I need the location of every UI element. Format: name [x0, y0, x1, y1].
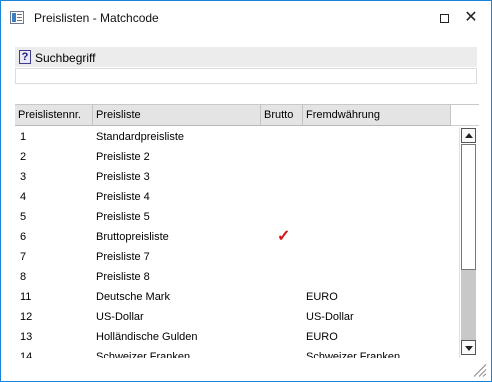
close-button[interactable]: ✕ — [458, 7, 484, 29]
cell-preisliste: Preisliste 3 — [96, 171, 150, 183]
cell-fremdwaehrung: Schweizer Franken — [306, 351, 401, 358]
maximize-icon — [439, 13, 449, 23]
table-row[interactable]: 11 Deutsche Mark EURO — [15, 287, 459, 307]
cell-brutto — [277, 287, 297, 307]
cell-brutto — [277, 147, 297, 167]
cell-nr: 3 — [20, 171, 27, 183]
scrollbar-thumb[interactable] — [461, 144, 476, 270]
cell-nr: 2 — [20, 151, 27, 163]
app-window-icon — [10, 11, 24, 24]
table-row[interactable]: 2 Preisliste 2 — [15, 147, 459, 167]
cell-brutto — [277, 167, 297, 187]
column-header-preisliste[interactable]: Preisliste — [93, 105, 261, 125]
maximize-button[interactable] — [431, 7, 457, 29]
window-title: Preislisten - Matchcode — [34, 11, 159, 25]
cell-preisliste: Preisliste 8 — [96, 271, 150, 283]
search-input[interactable] — [15, 68, 477, 84]
cell-brutto — [277, 127, 297, 147]
cell-preisliste: Deutsche Mark — [96, 291, 170, 303]
table-row[interactable]: 3 Preisliste 3 — [15, 167, 459, 187]
table-row[interactable]: 4 Preisliste 4 — [15, 187, 459, 207]
cell-preisliste: Preisliste 5 — [96, 211, 150, 223]
cell-preisliste: Preisliste 4 — [96, 191, 150, 203]
cell-nr: 6 — [20, 231, 27, 243]
cell-preisliste: Preisliste 2 — [96, 151, 150, 163]
table-row[interactable]: 12 US-Dollar US-Dollar — [15, 307, 459, 327]
cell-nr: 14 — [20, 351, 33, 358]
cell-brutto: ✓ — [277, 227, 297, 247]
header-filler — [451, 105, 479, 126]
price-list-table: Preislistennr. Preisliste Brutto Fremdwä… — [15, 104, 479, 358]
table-row[interactable]: 7 Preisliste 7 — [15, 247, 459, 267]
cell-nr: 8 — [20, 271, 27, 283]
cell-brutto — [277, 207, 297, 227]
cell-nr: 1 — [20, 131, 27, 143]
scroll-up-button[interactable] — [461, 128, 476, 143]
title-bar[interactable]: Preislisten - Matchcode ✕ — [1, 1, 491, 35]
table-row[interactable]: 1 Standardpreisliste — [15, 127, 459, 147]
cell-preisliste: Holländische Gulden — [96, 331, 198, 343]
vertical-scrollbar[interactable] — [459, 127, 477, 358]
table-body: 1 Standardpreisliste 2 Preisliste 2 3 Preisli… — [15, 127, 459, 358]
table-row[interactable]: 14 Schweizer Franken Schweizer Franken — [15, 347, 459, 358]
cell-preisliste: Standardpreisliste — [96, 131, 185, 143]
cell-brutto — [277, 307, 297, 327]
cell-brutto — [277, 347, 297, 358]
cell-brutto — [277, 187, 297, 207]
cell-brutto — [277, 267, 297, 287]
table-row[interactable]: 8 Preisliste 8 — [15, 267, 459, 287]
resize-grip-icon[interactable] — [471, 361, 487, 377]
search-label: Suchbegriff — [35, 51, 96, 65]
cell-preisliste: Schweizer Franken — [96, 351, 191, 358]
cell-brutto — [277, 247, 297, 267]
close-icon: ✕ — [464, 9, 478, 26]
help-icon[interactable]: ? — [19, 50, 31, 64]
arrow-up-icon — [465, 133, 473, 138]
cell-nr: 7 — [20, 251, 27, 263]
cell-preisliste: Bruttopreisliste — [96, 231, 169, 243]
scroll-down-button[interactable] — [461, 340, 476, 355]
column-header-fremdwaehrung[interactable]: Fremdwährung — [303, 105, 451, 125]
cell-nr: 4 — [20, 191, 27, 203]
cell-fremdwaehrung: US-Dollar — [306, 311, 354, 323]
cell-preisliste: Preisliste 7 — [96, 251, 150, 263]
column-header-nr[interactable]: Preislistennr. — [15, 105, 93, 125]
column-header-brutto[interactable]: Brutto — [261, 105, 303, 125]
checkmark-icon: ✓ — [277, 228, 291, 245]
cell-nr: 5 — [20, 211, 27, 223]
cell-preisliste: US-Dollar — [96, 311, 144, 323]
cell-fremdwaehrung: EURO — [306, 331, 338, 343]
scrollbar-track[interactable] — [461, 270, 476, 340]
cell-nr: 13 — [20, 331, 33, 343]
cell-brutto — [277, 327, 297, 347]
table-row[interactable]: 13 Holländische Gulden EURO — [15, 327, 459, 347]
matchcode-window: Preislisten - Matchcode ✕ ? Suchbegriff … — [0, 0, 492, 382]
table-header: Preislistennr. Preisliste Brutto Fremdwä… — [15, 105, 451, 126]
cell-nr: 11 — [20, 291, 32, 303]
arrow-down-icon — [465, 346, 473, 351]
cell-nr: 12 — [20, 311, 33, 323]
table-row[interactable]: 6 Bruttopreisliste ✓ — [15, 227, 459, 247]
cell-fremdwaehrung: EURO — [306, 291, 338, 303]
search-section: ? Suchbegriff — [15, 47, 477, 67]
table-row[interactable]: 5 Preisliste 5 — [15, 207, 459, 227]
